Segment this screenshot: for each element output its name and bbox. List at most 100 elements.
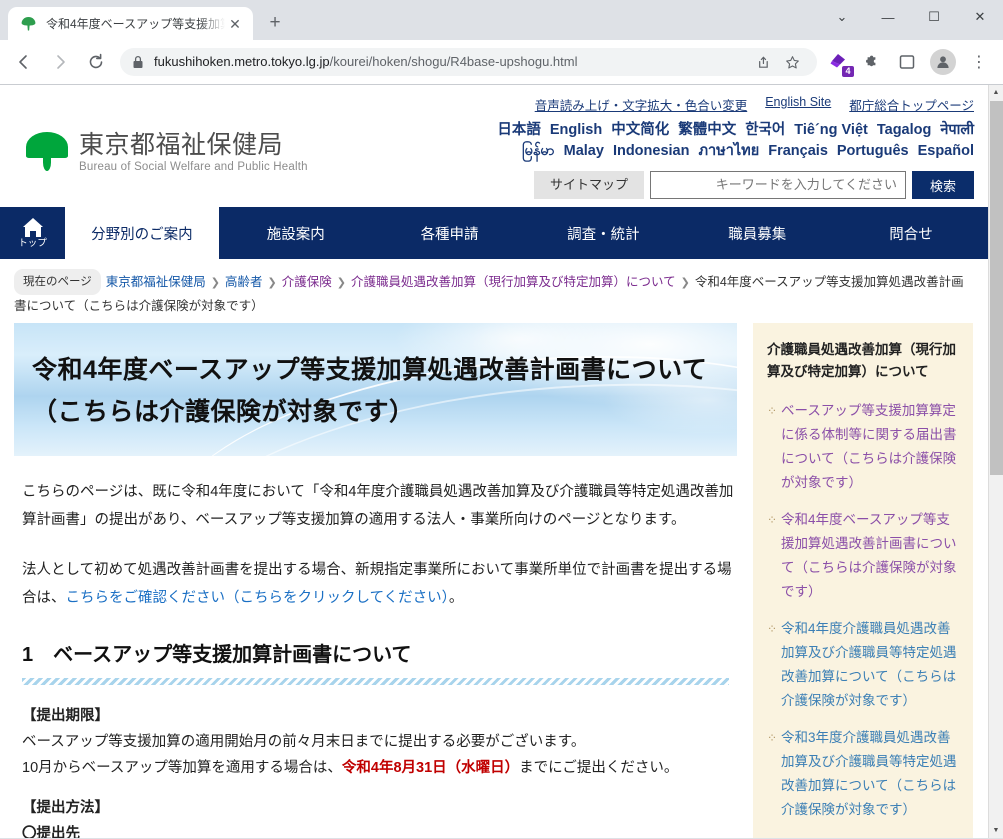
lang-zh-cn[interactable]: 中文简化 <box>611 120 669 141</box>
extension-kite-icon[interactable]: 4 <box>823 47 854 77</box>
nav-home-label: トップ <box>18 237 47 249</box>
browser-window: 令和4年度ベースアップ等支援加算処 ✕ + ⌄ — ☐ ✕ fukushihok… <box>0 0 1003 839</box>
lang-ja[interactable]: 日本語 <box>497 120 541 141</box>
sidebar-link-0[interactable]: ベースアップ等支援加算算定に係る体制等に関する届出書について（こちらは介護保険が… <box>781 399 959 495</box>
breadcrumb-item-2[interactable]: 介護保険 <box>282 275 332 289</box>
url-domain: fukushihoken.metro.tokyo.lg.jp <box>154 54 330 69</box>
lang-es[interactable]: Español <box>918 141 974 162</box>
method-label: 【提出方法】 <box>22 800 109 816</box>
main-content: 令和4年度ベースアップ等支援加算処遇改善計画書について （こちらは介護保険が対象… <box>14 323 737 838</box>
bullet-icon: ⁘ <box>767 513 778 527</box>
deadline-line-2: 10月からベースアップ等加算を適用する場合は、令和4年8月31日（水曜日）までに… <box>22 755 737 781</box>
profile-avatar-icon[interactable] <box>930 49 956 75</box>
utility-link-row: 音声読み上げ・文字拡大・色合い変更 English Site 都庁総合トップペー… <box>0 85 988 114</box>
breadcrumb-item-3[interactable]: 介護職員処遇改善加算（現行加算及び特定加算）について <box>351 275 676 289</box>
nav-item-shisetsu[interactable]: 施設案内 <box>219 207 373 259</box>
page-scrollbar[interactable]: ▲ ▼ <box>988 85 1003 838</box>
browser-toolbar: fukushihoken.metro.tokyo.lg.jp/kourei/ho… <box>0 40 1003 85</box>
lang-my[interactable]: မြန်မာ <box>522 141 554 162</box>
new-tab-button[interactable]: + <box>261 9 289 37</box>
address-bar-url: fukushihoken.metro.tokyo.lg.jp/kourei/ho… <box>154 54 578 70</box>
list-item[interactable]: ⁘ 令和3年度介護職員処遇改善加算及び介護職員等特定処遇改善加算について（こちら… <box>767 726 959 822</box>
page-title-line-1: 令和4年度ベースアップ等支援加算処遇改善計画書について <box>32 356 708 384</box>
list-item[interactable]: ⁘ 令和4年度介護職員処遇改善加算及び介護職員等特定処遇改善加算について（こちら… <box>767 617 959 713</box>
deadline-line-1: ベースアップ等支援加算の適用開始月の前々月末日までに提出する必要がございます。 <box>22 734 586 750</box>
lang-ne[interactable]: नेपाली <box>940 120 974 141</box>
utility-link-accessibility[interactable]: 音声読み上げ・文字拡大・色合い変更 <box>535 95 748 114</box>
utility-link-english-site[interactable]: English Site <box>765 95 831 114</box>
utility-link-metro-top[interactable]: 都庁総合トップページ <box>849 95 974 114</box>
nav-home-button[interactable]: トップ <box>0 207 65 259</box>
share-icon[interactable] <box>750 50 774 74</box>
breadcrumb-item-1[interactable]: 高齢者 <box>225 275 263 289</box>
sitemap-button[interactable]: サイトマップ <box>533 171 644 199</box>
tab-close-icon[interactable]: ✕ <box>225 14 245 34</box>
puzzle-icon[interactable] <box>856 47 886 77</box>
list-item[interactable]: ⁘ 令和4年度ベースアップ等支援加算処遇改善計画書について（こちらは介護保険が対… <box>767 508 959 604</box>
lang-zh-tw[interactable]: 繁體中文 <box>678 120 736 141</box>
page-title-line-2: （こちらは介護保険が対象です） <box>32 398 415 426</box>
lang-vi[interactable]: Tiê´ng Việt <box>794 120 868 141</box>
browser-tab[interactable]: 令和4年度ベースアップ等支援加算処 ✕ <box>8 7 253 40</box>
logo-text-jp: 東京都福祉保健局 <box>79 131 284 159</box>
nav-item-chosa[interactable]: 調査・統計 <box>526 207 680 259</box>
browser-menu-icon[interactable]: ⋮ <box>964 47 994 77</box>
back-icon[interactable] <box>9 47 39 77</box>
bullet-icon: ⁘ <box>767 404 778 418</box>
ginkgo-leaf-icon <box>26 130 68 175</box>
destination-label: 〇提出先 <box>22 826 80 838</box>
search-button[interactable]: 検索 <box>912 171 974 199</box>
lang-fr[interactable]: Français <box>768 141 828 162</box>
bookmark-star-icon[interactable] <box>780 50 804 74</box>
intro-paragraph-2: 法人として初めて処遇改善計画書を提出する場合、新規指定事業所において事業所単位で… <box>22 556 737 612</box>
lang-pt[interactable]: Português <box>837 141 909 162</box>
nav-item-toiawase[interactable]: 問合せ <box>834 207 988 259</box>
tab-search-icon[interactable]: ⌄ <box>819 0 865 34</box>
page-title: 令和4年度ベースアップ等支援加算処遇改善計画書について （こちらは介護保険が対象… <box>14 323 737 433</box>
lang-th[interactable]: ภาษาไทย <box>698 141 759 162</box>
lang-ko[interactable]: 한국어 <box>745 120 785 141</box>
breadcrumb-item-0[interactable]: 東京都福祉保健局 <box>106 275 206 289</box>
scrollbar-thumb[interactable] <box>990 101 1003 475</box>
forward-icon[interactable] <box>45 47 75 77</box>
page-viewport: 音声読み上げ・文字拡大・色合い変更 English Site 都庁総合トップペー… <box>0 85 1003 838</box>
lang-en[interactable]: English <box>550 120 602 141</box>
tab-title: 令和4年度ベースアップ等支援加算処 <box>46 16 225 31</box>
bullet-icon: ⁘ <box>767 731 778 745</box>
breadcrumb: 現在のページ 東京都福祉保健局 ❯ 高齢者 ❯ 介護保険 ❯ 介護職員処遇改善加算（現行加算及… <box>0 259 988 323</box>
side-panel-icon[interactable] <box>892 47 922 77</box>
sidebar-link-2[interactable]: 令和4年度介護職員処遇改善加算及び介護職員等特定処遇改善加算について（こちらは介… <box>781 617 959 713</box>
search-input[interactable]: キーワードを入力してください <box>650 171 906 199</box>
sidebar-link-1[interactable]: 令和4年度ベースアップ等支援加算処遇改善計画書について（こちらは介護保険が対象で… <box>781 508 959 604</box>
nav-item-boshu[interactable]: 職員募集 <box>680 207 834 259</box>
lang-id[interactable]: Indonesian <box>613 141 690 162</box>
language-row-2: မြန်မာ Malay Indonesian ภาษาไทย Français… <box>497 141 974 162</box>
list-item[interactable]: ⁘ 令和2年度介護職員処遇改善 <box>767 835 959 838</box>
section-divider <box>22 678 729 685</box>
close-window-button[interactable]: ✕ <box>957 0 1003 34</box>
breadcrumb-separator: ❯ <box>680 277 690 289</box>
nav-item-bunyabetsu[interactable]: 分野別のご案内 <box>65 207 219 259</box>
scroll-down-arrow-icon[interactable]: ▼ <box>989 823 1003 838</box>
deadline-pre: 10月からベースアップ等加算を適用する場合は、 <box>22 760 342 776</box>
intro-p2-link[interactable]: こちらをご確認ください（こちらをクリックしてください） <box>66 590 449 606</box>
global-navigation: トップ 分野別のご案内 施設案内 各種申請 調査・統計 職員募集 問合せ <box>0 207 988 259</box>
omnibox-actions <box>747 50 807 74</box>
language-row-1: 日本語 English 中文简化 繁體中文 한국어 Tiê´ng Việt Ta… <box>497 120 974 141</box>
lang-ms[interactable]: Malay <box>564 141 604 162</box>
sidebar-link-4[interactable]: 令和2年度介護職員処遇改善 <box>781 835 951 838</box>
list-item[interactable]: ⁘ ベースアップ等支援加算算定に係る体制等に関する届出書について（こちらは介護保… <box>767 399 959 495</box>
address-bar[interactable]: fukushihoken.metro.tokyo.lg.jp/kourei/ho… <box>120 48 817 76</box>
nav-item-shinsei[interactable]: 各種申請 <box>373 207 527 259</box>
scroll-up-arrow-icon[interactable]: ▲ <box>989 85 1003 100</box>
deadline-post: までにご提出ください。 <box>519 760 679 776</box>
breadcrumb-separator: ❯ <box>267 277 277 289</box>
bullet-icon: ⁘ <box>767 622 778 636</box>
sidebar-link-3[interactable]: 令和3年度介護職員処遇改善加算及び介護職員等特定処遇改善加算について（こちらは介… <box>781 726 959 822</box>
site-logo[interactable]: 東京都福祉保健局 Bureau of Social Welfare and Pu… <box>0 114 308 199</box>
intro-paragraph-1: こちらのページは、既に令和4年度において「令和4年度介護職員処遇改善加算及び介護… <box>22 484 734 528</box>
maximize-button[interactable]: ☐ <box>911 0 957 34</box>
lang-tl[interactable]: Tagalog <box>877 120 932 141</box>
minimize-button[interactable]: — <box>865 0 911 34</box>
reload-icon[interactable] <box>81 47 111 77</box>
